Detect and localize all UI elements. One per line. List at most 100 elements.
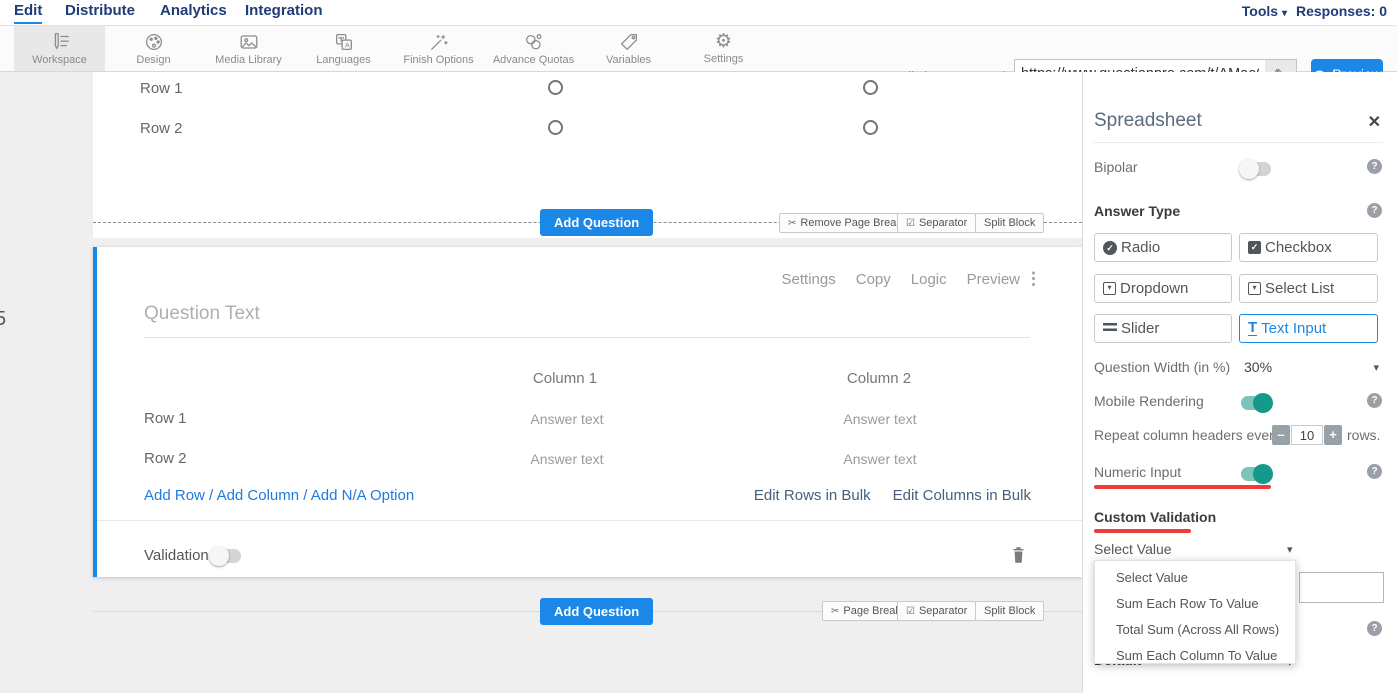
answer-type-select-list-button[interactable]: ▾Select List — [1239, 274, 1378, 303]
custom-validation-label: Custom Validation — [1094, 509, 1216, 525]
prev-row-1-label: Row 1 — [140, 80, 183, 97]
page-break-icon: ✂ — [788, 218, 796, 229]
add-option-links: Add Row / Add Column / Add N/A Option — [144, 487, 414, 504]
answer-type-radio-button[interactable]: ✓Radio — [1094, 233, 1232, 262]
add-question-button-bottom[interactable]: Add Question — [540, 598, 653, 625]
column-1-header[interactable]: Column 1 — [533, 370, 597, 387]
question-preview-link[interactable]: Preview — [967, 271, 1020, 288]
selected-question-block: Settings Copy Logic Preview ⋮ Question T… — [93, 247, 1082, 577]
row-2-label[interactable]: Row 2 — [144, 450, 187, 467]
page-break-icon: ✂ — [831, 606, 839, 617]
answer-type-checkbox-button[interactable]: ✓Checkbox — [1239, 233, 1378, 262]
sidebar-divider — [1094, 142, 1383, 143]
previous-question-block: Row 1 Row 2 Add Question ✂Remove Page Br… — [93, 72, 1082, 238]
question-logic-link[interactable]: Logic — [911, 271, 947, 288]
question-text-input[interactable]: Question Text — [144, 303, 260, 325]
slider-lines-icon — [1103, 323, 1117, 334]
separator-button-bottom[interactable]: ☑Separator — [897, 601, 976, 621]
top-nav: Edit Distribute Analytics Integration To… — [0, 0, 1397, 26]
close-icon[interactable]: ✕ — [1368, 112, 1381, 132]
delete-question-trash-icon[interactable] — [1010, 545, 1027, 565]
question-text-underline — [144, 337, 1030, 338]
dropdown-option-sum-each-row[interactable]: Sum Each Row To Value — [1095, 591, 1295, 617]
nav-integration[interactable]: Integration — [245, 2, 323, 22]
add-question-button-top[interactable]: Add Question — [540, 209, 653, 236]
question-settings-link[interactable]: Settings — [782, 271, 836, 288]
toolbar-tab-advance-quotas[interactable]: Advance Quotas — [486, 26, 581, 71]
custom-validation-select[interactable]: Select Value — [1094, 541, 1172, 557]
validation-value-input[interactable] — [1299, 572, 1384, 603]
radio-button[interactable] — [863, 80, 878, 95]
help-icon[interactable]: ? — [1367, 621, 1382, 636]
dropdown-box-icon: ▾ — [1103, 282, 1116, 295]
nav-distribute[interactable]: Distribute — [65, 2, 135, 22]
question-settings-sidebar: Spreadsheet ✕ Bipolar ? Answer Type ? ✓R… — [1082, 72, 1397, 693]
dropdown-option-sum-each-column[interactable]: Sum Each Column To Value — [1095, 643, 1295, 669]
question-number: 5 — [0, 308, 6, 331]
kebab-menu-icon[interactable]: ⋮ — [1025, 269, 1042, 289]
add-column-link[interactable]: Add Column — [217, 487, 300, 504]
help-icon[interactable]: ? — [1367, 203, 1382, 218]
toolbar-tab-finish-options[interactable]: Finish Options — [391, 26, 486, 71]
nav-analytics[interactable]: Analytics — [160, 2, 227, 22]
answer-text-cell[interactable]: Answer text — [530, 451, 603, 467]
toolbar-tab-design[interactable]: Design — [106, 26, 201, 71]
increment-button[interactable]: + — [1324, 425, 1342, 445]
toolbar-tab-media-library[interactable]: Media Library — [201, 26, 296, 71]
remove-page-break-button[interactable]: ✂Remove Page Break — [779, 213, 911, 233]
numeric-input-label: Numeric Input — [1094, 464, 1181, 480]
toolbar-tab-variables[interactable]: Variables — [581, 26, 676, 71]
checkbox-check-icon: ✓ — [1248, 241, 1261, 254]
validation-toggle[interactable] — [211, 549, 241, 563]
add-na-option-link[interactable]: Add N/A Option — [311, 487, 414, 504]
toolbar-tab-settings[interactable]: ⚙ Settings — [676, 26, 771, 71]
answer-type-dropdown-button[interactable]: ▾Dropdown — [1094, 274, 1232, 303]
help-icon[interactable]: ? — [1367, 159, 1382, 174]
svg-text:A: A — [344, 41, 349, 50]
bipolar-toggle[interactable] — [1241, 162, 1271, 176]
question-copy-link[interactable]: Copy — [856, 271, 891, 288]
radio-button[interactable] — [548, 80, 563, 95]
question-width-value[interactable]: 30% — [1244, 359, 1272, 375]
finish-options-icon — [428, 31, 450, 53]
split-block-button-top[interactable]: Split Block — [975, 213, 1044, 233]
answer-text-cell[interactable]: Answer text — [530, 411, 603, 427]
separator-icon: ☑ — [906, 606, 915, 617]
answer-text-cell[interactable]: Answer text — [843, 411, 916, 427]
answer-type-slider-button[interactable]: Slider — [1094, 314, 1232, 343]
separator-icon: ☑ — [906, 218, 915, 229]
toolbar-tab-workspace[interactable]: Workspace — [14, 26, 105, 71]
help-icon[interactable]: ? — [1367, 464, 1382, 479]
split-block-button-bottom[interactable]: Split Block — [975, 601, 1044, 621]
help-icon[interactable]: ? — [1367, 393, 1382, 408]
separator-button-top[interactable]: ☑Separator — [897, 213, 976, 233]
add-row-link[interactable]: Add Row — [144, 487, 205, 504]
prev-row-2-label: Row 2 — [140, 120, 183, 137]
mobile-rendering-toggle[interactable] — [1241, 396, 1271, 410]
answer-text-cell[interactable]: Answer text — [843, 451, 916, 467]
edit-rows-in-bulk-link[interactable]: Edit Rows in Bulk — [754, 487, 871, 504]
responses-counter[interactable]: Responses: 0 — [1296, 3, 1387, 19]
answer-type-label: Answer Type — [1094, 203, 1180, 219]
bipolar-label: Bipolar — [1094, 159, 1138, 175]
toolbar-tab-languages[interactable]: A Languages — [296, 26, 391, 71]
repeat-rows-input[interactable] — [1291, 425, 1323, 445]
editor-toolbar: Workspace Design Media Library A Languag… — [0, 26, 1397, 72]
dropdown-option-total-sum[interactable]: Total Sum (Across All Rows) — [1095, 617, 1295, 643]
column-2-header[interactable]: Column 2 — [847, 370, 911, 387]
chevron-down-icon[interactable]: ▾ — [1287, 543, 1293, 556]
variables-icon — [618, 31, 640, 53]
decrement-button[interactable]: – — [1272, 425, 1290, 445]
row-1-label[interactable]: Row 1 — [144, 410, 187, 427]
text-cursor-icon: T — [1248, 321, 1257, 336]
dropdown-option-select-value[interactable]: Select Value — [1095, 565, 1295, 591]
tools-menu[interactable]: Tools ▾ — [1242, 3, 1287, 19]
numeric-input-toggle[interactable] — [1241, 467, 1271, 481]
chevron-down-icon[interactable]: ▾ — [1373, 361, 1379, 374]
answer-type-text-input-button[interactable]: TText Input — [1239, 314, 1378, 343]
nav-edit[interactable]: Edit — [14, 2, 42, 24]
settings-gear-icon: ⚙ — [715, 32, 732, 52]
radio-button[interactable] — [548, 120, 563, 135]
radio-button[interactable] — [863, 120, 878, 135]
edit-columns-in-bulk-link[interactable]: Edit Columns in Bulk — [893, 487, 1031, 504]
